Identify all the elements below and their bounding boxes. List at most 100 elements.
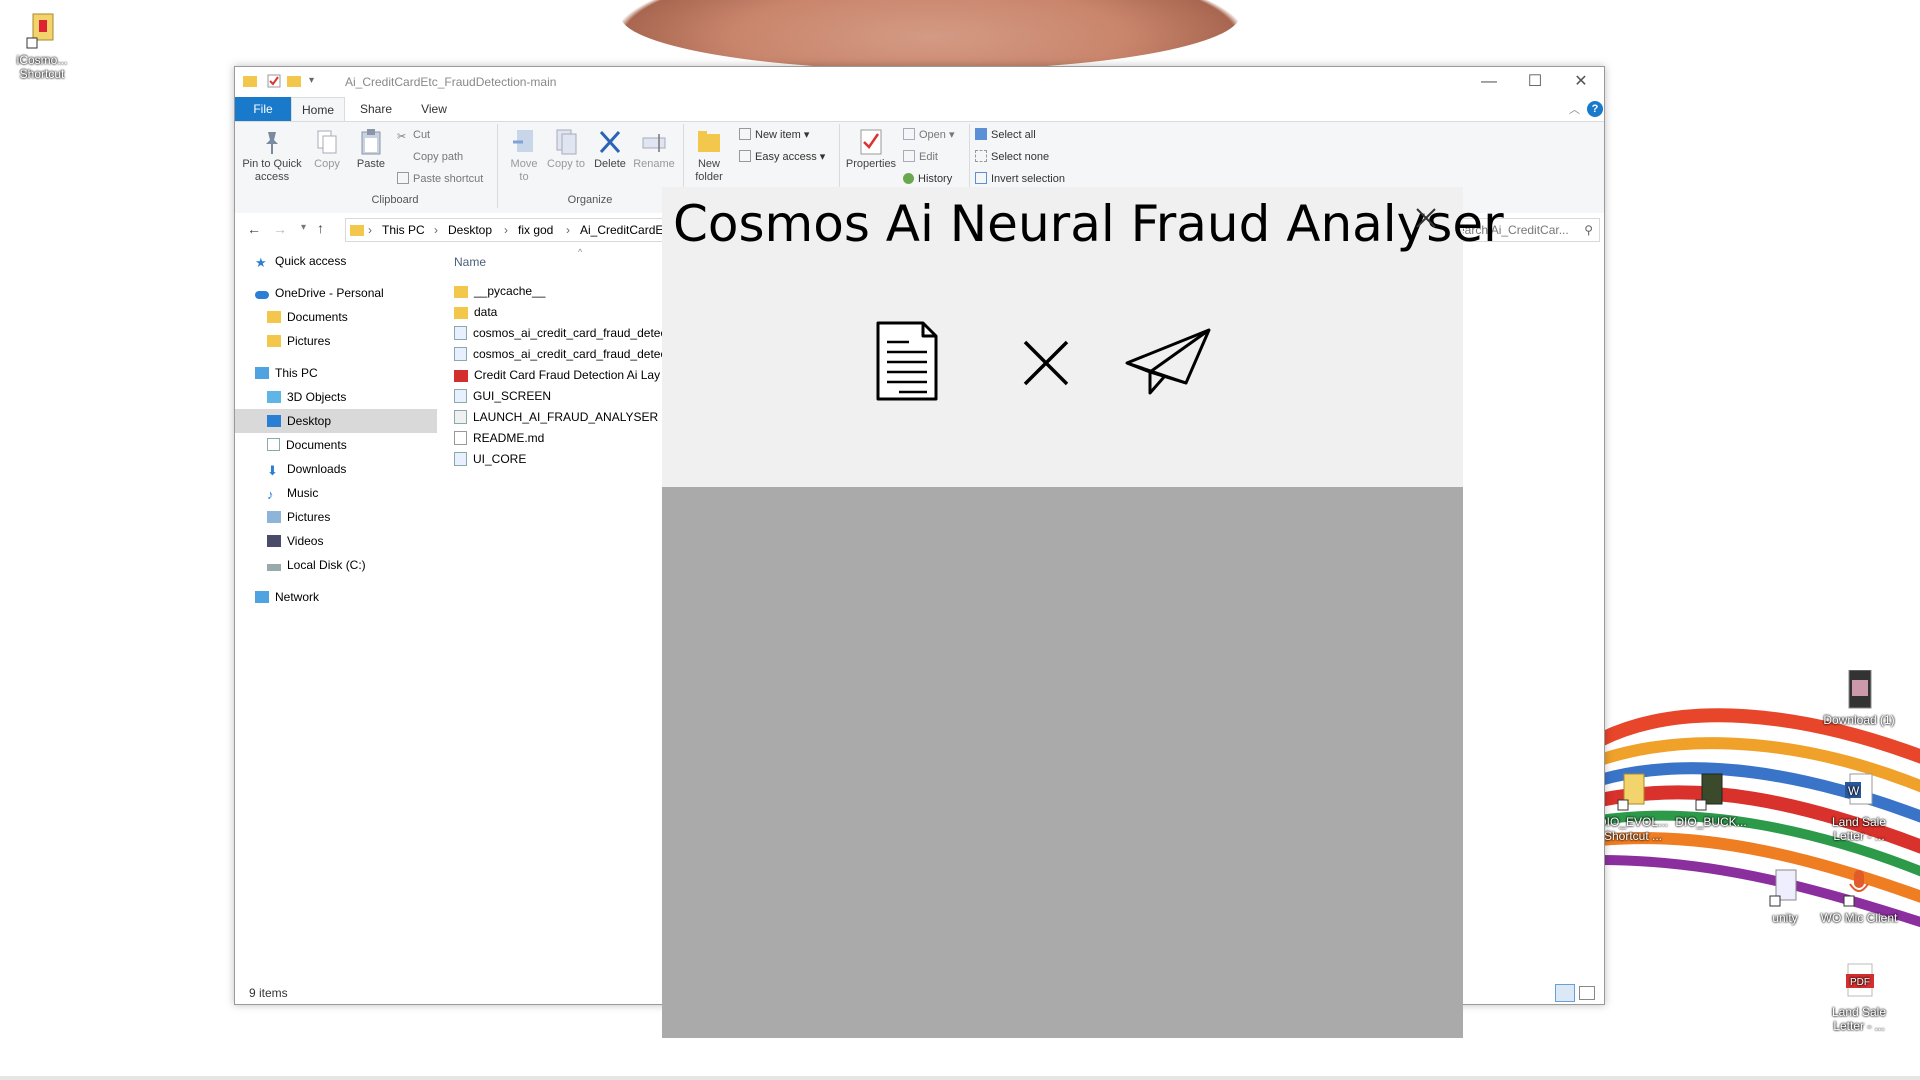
- new-folder-button[interactable]: New folder: [687, 128, 731, 184]
- nav-quick-access[interactable]: ★ Quick access: [255, 249, 435, 273]
- desktop-icon-dio-buck[interactable]: DIO_BUCK...: [1671, 772, 1751, 829]
- breadcrumb-fix-god[interactable]: fix god: [518, 223, 553, 237]
- folder-icon: [243, 74, 257, 91]
- select-all-button[interactable]: Select all: [975, 128, 1036, 142]
- shortcut-icon: [25, 10, 59, 50]
- close-window-button[interactable]: ✕: [1558, 67, 1604, 97]
- large-icons-view-icon[interactable]: [1579, 986, 1595, 1000]
- maximize-button[interactable]: ☐: [1512, 67, 1558, 97]
- move-to-button[interactable]: Move to: [505, 128, 543, 184]
- delete-button[interactable]: Delete: [591, 128, 629, 171]
- cube-icon: [267, 391, 281, 403]
- desktop-icon-label: Land Sale Letter - ...: [1831, 1005, 1887, 1033]
- paste-button[interactable]: Paste: [351, 128, 391, 171]
- python-file-icon: [454, 452, 467, 466]
- history-icon: [903, 173, 914, 184]
- organize-group-label: Organize: [567, 194, 613, 206]
- new-folder-icon: [696, 128, 722, 156]
- nav-onedrive[interactable]: OneDrive - Personal: [255, 281, 435, 305]
- desktop-icon-wo-mic[interactable]: WO Mic Client: [1819, 868, 1899, 925]
- copy-to-button[interactable]: Copy to: [547, 128, 585, 171]
- nav-this-pc[interactable]: This PC: [255, 361, 435, 385]
- rename-button[interactable]: Rename: [633, 128, 675, 171]
- history-button[interactable]: History: [903, 172, 952, 186]
- edit-icon: [903, 150, 915, 162]
- minimize-button[interactable]: —: [1466, 67, 1512, 97]
- desktop-icon-land-sale-pdf[interactable]: PDF Land Sale Letter - ...: [1819, 962, 1899, 1033]
- shortcut-icon: [1694, 772, 1728, 812]
- easy-access-button[interactable]: Easy access ▾: [739, 150, 825, 164]
- send-button[interactable]: [1124, 327, 1212, 397]
- open-button[interactable]: Open ▾: [903, 128, 955, 142]
- cut-button[interactable]: ✂ Cut: [397, 128, 430, 143]
- invert-selection-icon: [975, 172, 987, 184]
- desktop-icon-icosmo[interactable]: iCosmo... Shortcut: [2, 10, 82, 81]
- paste-shortcut-button[interactable]: Paste shortcut: [397, 172, 483, 186]
- properties-button[interactable]: Properties: [843, 128, 899, 171]
- up-arrow-icon[interactable]: ↑: [317, 220, 324, 236]
- desktop-icon-download[interactable]: Download (1): [1819, 669, 1899, 727]
- invert-selection-button[interactable]: Invert selection: [975, 172, 1065, 186]
- copy-button[interactable]: Copy: [309, 128, 345, 171]
- nav-onedrive-pictures[interactable]: Pictures: [267, 329, 435, 353]
- tab-file[interactable]: File: [235, 97, 291, 121]
- network-icon: [255, 591, 269, 603]
- app-title: Cosmos Ai Neural Fraud Analyser: [673, 195, 1504, 253]
- back-arrow-icon[interactable]: ←: [247, 221, 261, 237]
- delete-icon: [597, 128, 623, 156]
- column-header-name[interactable]: Name: [454, 255, 486, 269]
- cloud-icon: [255, 291, 269, 299]
- forward-arrow-icon[interactable]: →: [273, 221, 287, 237]
- folder-icon: [454, 307, 468, 319]
- new-folder-quick-icon[interactable]: [287, 74, 301, 91]
- window-title: Ai_CreditCardEtc_FraudDetection-main: [345, 75, 557, 89]
- edit-button[interactable]: Edit: [903, 150, 938, 164]
- script-file-icon: [454, 410, 467, 424]
- chevron-down-icon[interactable]: ▾: [309, 75, 314, 86]
- nav-documents[interactable]: Documents: [267, 433, 435, 457]
- details-view-icon[interactable]: [1555, 984, 1575, 1002]
- pdf-icon: PDF: [1842, 962, 1876, 1002]
- properties-quick-icon[interactable]: [267, 74, 281, 91]
- close-icon: [1416, 208, 1436, 228]
- tab-view[interactable]: View: [411, 97, 457, 121]
- nav-music[interactable]: ♪ Music: [267, 481, 435, 505]
- nav-network[interactable]: Network: [255, 585, 435, 609]
- properties-icon: [858, 128, 884, 156]
- nav-onedrive-documents[interactable]: Documents: [267, 305, 435, 329]
- select-none-button[interactable]: Select none: [975, 150, 1049, 164]
- collapse-ribbon-icon[interactable]: ︿: [1569, 101, 1580, 117]
- tab-share[interactable]: Share: [353, 97, 399, 121]
- desktop-icon-label: Download (1): [1823, 713, 1895, 727]
- recent-locations-icon[interactable]: ▾: [301, 222, 306, 233]
- close-app-button[interactable]: [1413, 205, 1439, 231]
- desktop-icon-dio-evol[interactable]: DIO_EVOL... Shortcut ...: [1593, 772, 1673, 843]
- pin-to-quick-access-button[interactable]: Pin to Quick access: [241, 128, 303, 184]
- breadcrumb-desktop[interactable]: Desktop: [448, 223, 492, 237]
- copy-to-icon: [553, 128, 579, 156]
- copy-path-button[interactable]: Copy path: [397, 150, 463, 164]
- breadcrumb-this-pc[interactable]: This PC: [382, 223, 425, 237]
- taskbar-edge: [0, 1076, 1920, 1080]
- svg-text:PDF: PDF: [1850, 977, 1870, 988]
- nav-pictures[interactable]: Pictures: [267, 505, 435, 529]
- nav-3d-objects[interactable]: 3D Objects: [267, 385, 435, 409]
- download-arrow-icon: ⬇: [267, 463, 278, 478]
- nav-videos[interactable]: Videos: [267, 529, 435, 553]
- help-icon[interactable]: ?: [1587, 101, 1603, 117]
- title-bar: ▾ Ai_CreditCardEtc_FraudDetection-main —…: [235, 67, 1604, 97]
- desktop-icon-label: DIO_BUCK...: [1675, 815, 1747, 829]
- new-item-button[interactable]: New item ▾: [739, 128, 809, 142]
- text-file-icon: [454, 431, 467, 445]
- nav-local-disk[interactable]: Local Disk (C:): [267, 553, 435, 577]
- desktop-icon-unity[interactable]: unity: [1745, 868, 1825, 925]
- tab-home[interactable]: Home: [291, 97, 345, 122]
- desktop-icon-land-sale-word[interactable]: W Land Sale Letter - ...: [1819, 772, 1899, 843]
- python-file-icon: [454, 347, 467, 361]
- nav-desktop[interactable]: Desktop: [235, 409, 437, 433]
- open-document-button[interactable]: [875, 320, 939, 402]
- nav-downloads[interactable]: ⬇ Downloads: [267, 457, 435, 481]
- clear-button[interactable]: [1022, 339, 1070, 387]
- navigation-pane: ★ Quick access OneDrive - Personal Docume…: [235, 247, 437, 982]
- new-item-icon: [739, 128, 751, 140]
